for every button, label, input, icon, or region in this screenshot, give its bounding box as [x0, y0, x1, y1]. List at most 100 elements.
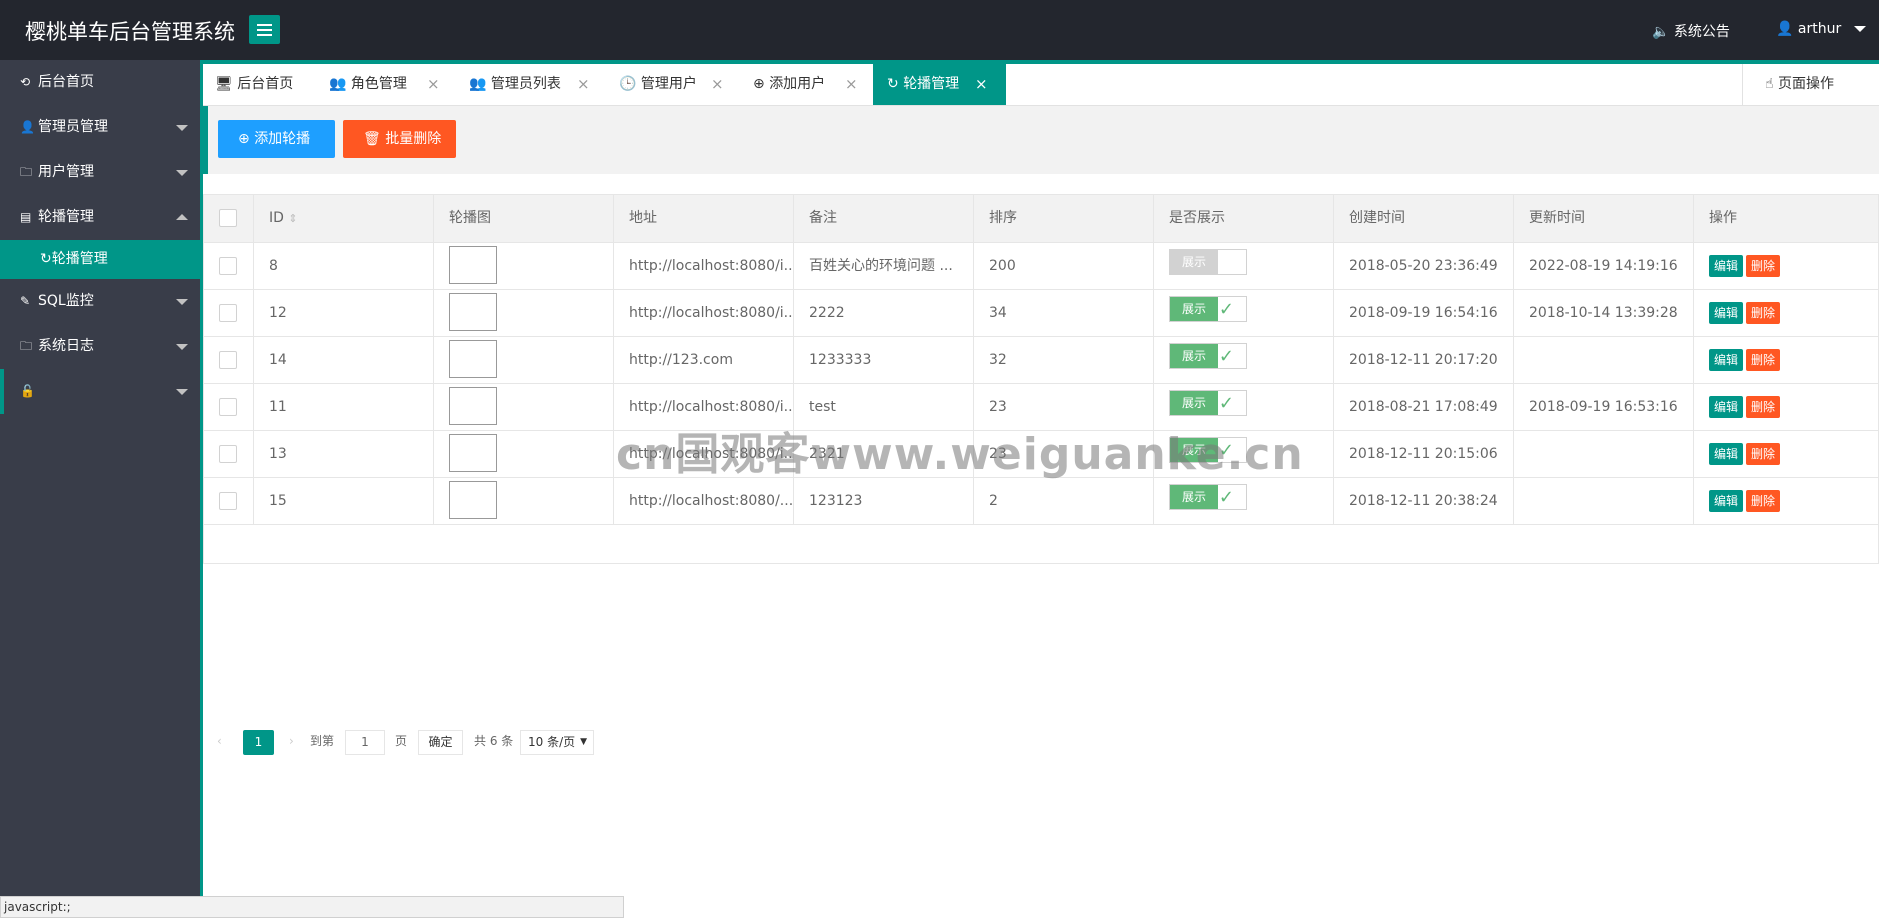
cell-created: 2018-09-19 16:54:16 [1334, 290, 1514, 336]
page-input[interactable]: 1 [345, 730, 385, 755]
cell-updated [1514, 431, 1694, 477]
cell-updated: 2022-08-19 14:19:16 [1514, 243, 1694, 289]
row-select-cell [204, 243, 254, 289]
tab-manage-users[interactable]: 🕒 管理用户 × [619, 64, 731, 105]
menu-toggle-button[interactable] [249, 15, 280, 44]
row-select-cell [204, 290, 254, 336]
close-icon[interactable]: × [711, 64, 724, 105]
next-page-icon[interactable]: › [289, 719, 294, 763]
add-carousel-button[interactable]: ⊕ 添加轮播 [218, 120, 335, 158]
cell-image [434, 384, 614, 430]
row-select-cell [204, 337, 254, 383]
edit-button[interactable]: 编辑 [1709, 490, 1744, 512]
edit-button[interactable]: 编辑 [1709, 396, 1744, 418]
switch-label: 展示 [1170, 344, 1218, 368]
cell-id: 11 [254, 384, 434, 430]
cell-remark: 123123 [794, 478, 974, 524]
row-checkbox[interactable] [219, 398, 237, 416]
cell-id: 12 [254, 290, 434, 336]
delete-button[interactable]: 删除 [1746, 255, 1781, 277]
sidebar-subitem-carousel[interactable]: ↻轮播管理 [0, 240, 200, 279]
lock-icon: 🔓 [20, 384, 35, 398]
caret-down-icon [176, 344, 188, 350]
user-menu[interactable]: 👤 arthur [1776, 21, 1866, 37]
column-header-updated: 更新时间 [1514, 195, 1694, 242]
sidebar-item-lock[interactable]: 🔓 [0, 369, 200, 414]
sidebar-item-admin[interactable]: 👤 管理员管理 [0, 105, 200, 150]
page-operations-button[interactable]: ☝ 页面操作 [1742, 64, 1879, 105]
cell-updated [1514, 478, 1694, 524]
delete-button[interactable]: 删除 [1746, 302, 1781, 324]
row-checkbox[interactable] [219, 445, 237, 463]
row-checkbox[interactable] [219, 257, 237, 275]
switch-label: 展示 [1170, 485, 1218, 509]
tab-add-user[interactable]: ⊕ 添加用户 × [753, 64, 865, 105]
cell-updated: 2018-10-14 13:39:28 [1514, 290, 1694, 336]
sort-icon[interactable]: ⇕ [288, 212, 297, 225]
show-toggle[interactable]: 展示 ✓ [1169, 296, 1247, 322]
watermark: cn国观客www.weiguanke.cn [616, 429, 1304, 480]
delete-button[interactable]: 删除 [1746, 490, 1781, 512]
select-all-checkbox[interactable] [219, 209, 237, 227]
column-header-created: 创建时间 [1334, 195, 1514, 242]
notice-link[interactable]: 🔈 系统公告 [1652, 21, 1730, 41]
cell-sort: 2 [974, 478, 1154, 524]
per-page-select[interactable]: 10 条/页 ▼ [520, 730, 594, 755]
cell-image [434, 431, 614, 477]
sidebar-item-home[interactable]: ⟲ 后台首页 [0, 60, 200, 105]
delete-button[interactable]: 删除 [1746, 396, 1781, 418]
check-icon: ✓ [1218, 346, 1234, 367]
delete-button[interactable]: 删除 [1746, 443, 1781, 465]
edit-button[interactable]: 编辑 [1709, 349, 1744, 371]
column-header-id[interactable]: ID ⇕ [254, 195, 434, 242]
cell-created: 2018-08-21 17:08:49 [1334, 384, 1514, 430]
sidebar-item-users[interactable]: 🗀 用户管理 [0, 150, 200, 195]
edit-button[interactable]: 编辑 [1709, 443, 1744, 465]
close-icon[interactable]: × [845, 64, 858, 105]
cell-show: 展示 [1154, 243, 1334, 289]
close-icon[interactable]: × [975, 64, 988, 105]
column-header-show: 是否展示 [1154, 195, 1334, 242]
row-select-cell [204, 431, 254, 477]
tab-admin-list[interactable]: 👥 管理员列表 × [469, 64, 599, 105]
carousel-thumbnail [449, 293, 497, 331]
cell-actions: 编辑 删除 [1694, 384, 1878, 430]
row-checkbox[interactable] [219, 492, 237, 510]
sidebar-item-carousel[interactable]: ▤ 轮播管理 [0, 195, 200, 240]
row-checkbox[interactable] [219, 351, 237, 369]
close-icon[interactable]: × [577, 64, 590, 105]
edit-button[interactable]: 编辑 [1709, 302, 1744, 324]
close-icon[interactable]: × [427, 64, 440, 105]
carousel-thumbnail [449, 434, 497, 472]
cell-created: 2018-12-11 20:38:24 [1334, 478, 1514, 524]
sidebar-item-sql[interactable]: ✎ SQL监控 [0, 279, 200, 324]
caret-down-icon [176, 170, 188, 176]
caret-up-icon [176, 214, 188, 220]
sidebar: ⟲ 后台首页 👤 管理员管理 🗀 用户管理 ▤ 轮播管理 ↻轮播管理 ✎ SQL监控 🗀 系… [0, 60, 200, 898]
confirm-page-button[interactable]: 确定 [418, 730, 463, 755]
current-page[interactable]: 1 [243, 730, 274, 755]
edit-button[interactable]: 编辑 [1709, 255, 1744, 277]
cell-actions: 编辑 删除 [1694, 337, 1878, 383]
tab-carousel[interactable]: ↻ 轮播管理 × [873, 64, 1006, 105]
show-toggle[interactable]: 展示 ✓ [1169, 484, 1247, 510]
user-icon: 👤 [1776, 21, 1794, 37]
show-toggle[interactable]: 展示 [1169, 249, 1247, 275]
cell-id: 15 [254, 478, 434, 524]
delete-button[interactable]: 删除 [1746, 349, 1781, 371]
cell-url: http://localhost:8080/i... [614, 243, 794, 289]
user-icon: 👤 [20, 120, 35, 134]
table-header: ID ⇕ 轮播图 地址 备注 排序 是否展示 创建时间 更新时间 操作 [204, 195, 1878, 243]
tab-home[interactable]: 🖥 后台首页 [215, 64, 317, 105]
tab-roles[interactable]: 👥 角色管理 × [329, 64, 459, 105]
sidebar-item-logs[interactable]: 🗀 系统日志 [0, 324, 200, 369]
prev-page-icon[interactable]: ‹ [217, 719, 222, 763]
status-bar: javascript:; [0, 896, 624, 918]
goto-label: 到第 [310, 734, 335, 748]
show-toggle[interactable]: 展示 ✓ [1169, 390, 1247, 416]
batch-delete-button[interactable]: 🗑 批量删除 [343, 120, 456, 158]
cell-actions: 编辑 删除 [1694, 290, 1878, 336]
show-toggle[interactable]: 展示 ✓ [1169, 343, 1247, 369]
pagination: ‹ 1 › 到第 1 页 确定 共 6 条 10 条/页 ▼ [204, 719, 1878, 763]
row-checkbox[interactable] [219, 304, 237, 322]
